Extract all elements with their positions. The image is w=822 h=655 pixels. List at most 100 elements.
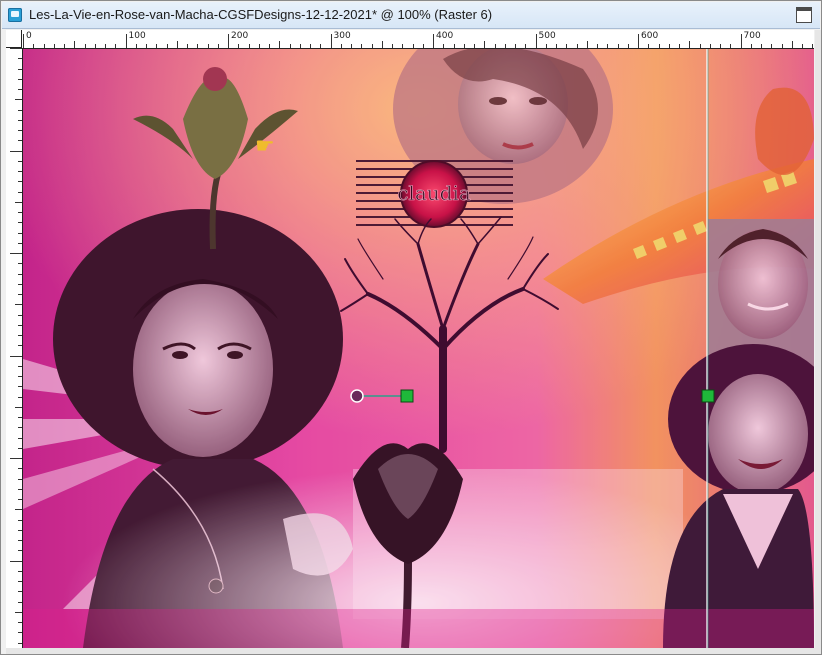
- ruler-tick: [238, 44, 240, 48]
- ruler-tick: [812, 44, 814, 48]
- ruler-tick: [709, 44, 711, 48]
- ruler-tick: [18, 119, 22, 121]
- ruler-tick: [18, 468, 22, 470]
- ruler-tick: [576, 44, 578, 48]
- ruler-tick: [689, 41, 691, 48]
- ruler-tick: [15, 201, 22, 203]
- ruler-tick: [545, 44, 547, 48]
- ruler-tick: [10, 355, 22, 357]
- ruler-tick: [18, 314, 22, 316]
- ruler-tick: [668, 44, 670, 48]
- ruler-tick: [750, 44, 752, 48]
- ruler-tick: [18, 447, 22, 449]
- ruler-tick: [10, 560, 22, 562]
- rotation-handle-icon: [350, 389, 364, 403]
- ruler-tick: [258, 44, 260, 48]
- ruler-tick: [18, 488, 22, 490]
- ruler-tick: [412, 44, 414, 48]
- ruler-tick: [10, 150, 22, 152]
- ruler-tick: [15, 304, 22, 306]
- ruler-tick: [802, 44, 803, 48]
- ruler-tick: [474, 44, 475, 48]
- ruler-tick: [730, 44, 732, 48]
- ruler-tick: [23, 34, 24, 48]
- app-window: Les-La-Vie-en-Rose-van-Macha-CGSFDesigns…: [0, 0, 822, 655]
- ruler-tick: [279, 41, 281, 48]
- ruler-tick: [269, 44, 270, 48]
- ruler-tick: [207, 44, 209, 48]
- ruler-tick: [371, 44, 373, 48]
- ruler-tick: [43, 44, 45, 48]
- ruler-tick: [330, 34, 332, 48]
- ruler-tick: [105, 44, 106, 48]
- ruler-tick: [18, 540, 22, 541]
- ruler-tick: [197, 44, 199, 48]
- ruler-tick: [33, 44, 35, 48]
- ruler-tick: [228, 34, 229, 48]
- ruler-tick: [18, 181, 22, 183]
- ruler-tick: [484, 41, 486, 48]
- title-bar[interactable]: Les-La-Vie-en-Rose-van-Macha-CGSFDesigns…: [2, 2, 820, 29]
- ruler-tick: [18, 386, 22, 388]
- ruler-tick: [535, 34, 537, 48]
- ruler-tick: [53, 44, 55, 48]
- ruler-label: 400: [436, 31, 454, 41]
- horizontal-scroll-track[interactable]: [6, 648, 821, 654]
- ruler-tick: [64, 44, 65, 48]
- ruler-tick: [18, 171, 22, 172]
- ruler-tick: [18, 437, 22, 439]
- ruler-tick: [381, 41, 383, 48]
- ruler-tick: [566, 44, 568, 48]
- ruler-tick: [15, 509, 22, 511]
- vertical-scroll-track[interactable]: [815, 30, 821, 648]
- ruler-tick: [18, 335, 22, 336]
- ruler-tick: [18, 396, 22, 398]
- ruler-label: 600: [641, 31, 659, 41]
- ruler-tick: [340, 44, 342, 48]
- ruler-tick: [115, 44, 117, 48]
- ruler-tick: [494, 44, 496, 48]
- ruler-tick: [351, 44, 352, 48]
- ruler-tick: [525, 44, 527, 48]
- ruler-tick: [18, 222, 22, 224]
- ruler-corner: [6, 30, 22, 48]
- window-title: Les-La-Vie-en-Rose-van-Macha-CGSFDesigns…: [29, 7, 493, 22]
- ruler-tick: [84, 44, 86, 48]
- ruler-tick: [18, 283, 22, 285]
- vertical-ruler[interactable]: [6, 48, 23, 648]
- ruler-tick: [586, 41, 588, 48]
- ruler-tick: [18, 191, 22, 193]
- ruler-tick: [18, 417, 22, 418]
- ruler-tick: [648, 44, 650, 48]
- ruler-tick: [310, 44, 311, 48]
- ruler-tick: [556, 44, 557, 48]
- ruler-tick: [135, 44, 137, 48]
- ruler-tick: [18, 642, 22, 644]
- ruler-tick: [18, 78, 22, 80]
- ruler-tick: [156, 44, 158, 48]
- ruler-tick: [74, 41, 76, 48]
- ruler-tick: [18, 263, 22, 265]
- ruler-label: 0: [26, 31, 32, 41]
- ruler-tick: [18, 376, 22, 377]
- transform-handle-left: [400, 389, 414, 403]
- ruler-tick: [720, 44, 721, 48]
- ruler-tick: [18, 68, 22, 70]
- ruler-tick: [18, 160, 22, 162]
- ruler-tick: [18, 622, 22, 623]
- ruler-tick: [320, 44, 322, 48]
- ruler-tick: [18, 581, 22, 582]
- horizontal-ruler[interactable]: 0 100 200 300 400 500 600 700: [22, 30, 814, 49]
- image-canvas[interactable]: ☛ claudia: [23, 49, 814, 648]
- ruler-tick: [217, 44, 219, 48]
- ruler-tick: [18, 109, 22, 111]
- ruler-tick: [679, 44, 680, 48]
- ruler-tick: [18, 499, 22, 500]
- maximize-icon[interactable]: [796, 7, 812, 23]
- canvas-artwork[interactable]: ☛ claudia: [23, 49, 814, 648]
- ruler-tick: [453, 44, 455, 48]
- ruler-tick: [94, 44, 96, 48]
- ruler-tick: [781, 44, 783, 48]
- ruler-tick: [443, 44, 445, 48]
- ruler-tick: [699, 44, 701, 48]
